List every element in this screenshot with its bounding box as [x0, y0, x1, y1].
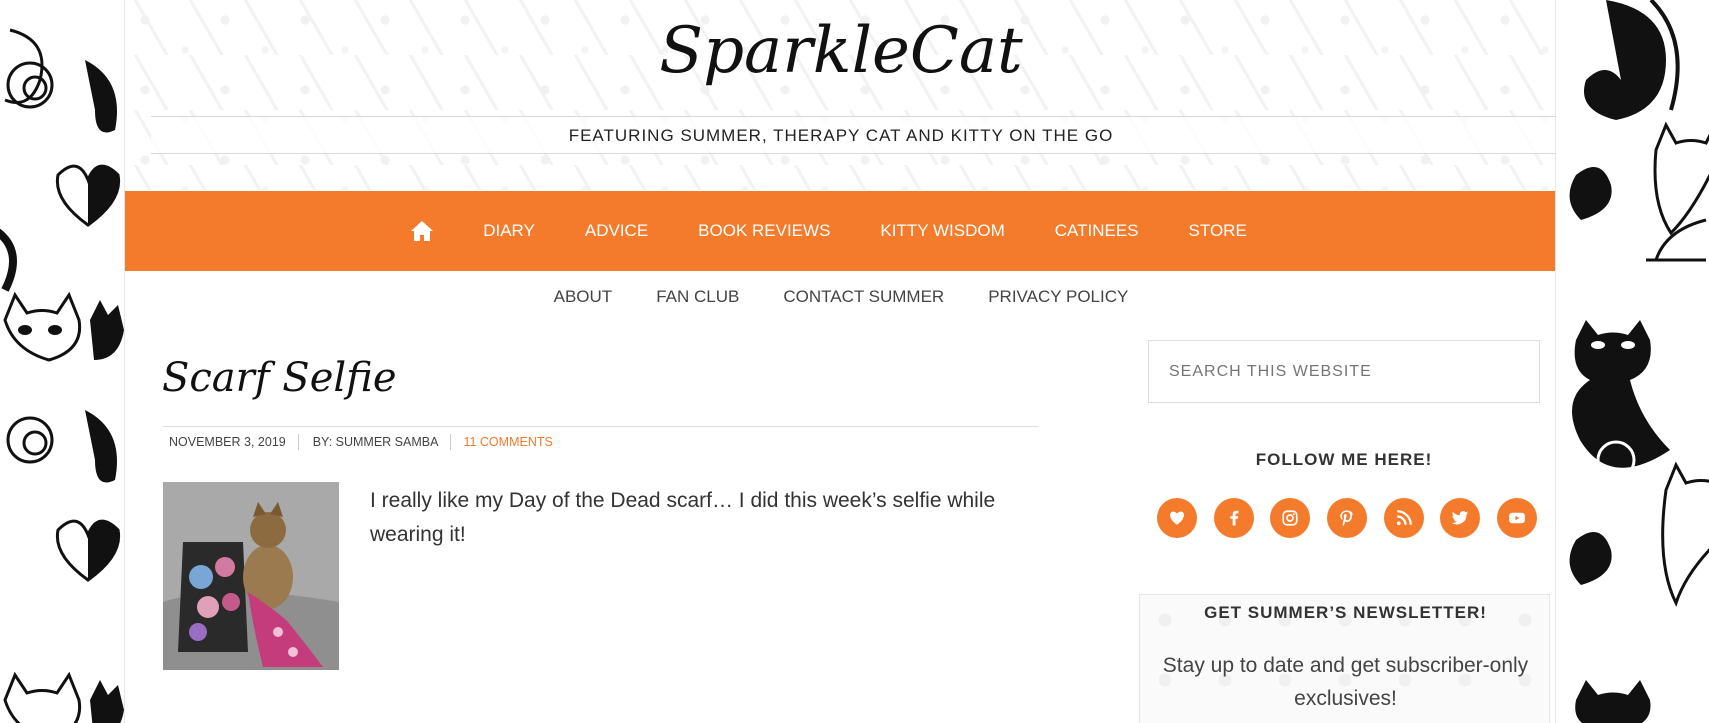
secondary-navigation: ABOUT FAN CLUB CONTACT SUMMER PRIVACY PO…	[125, 282, 1555, 312]
post-featured-image[interactable]	[163, 482, 339, 670]
nav-item-fan-club[interactable]: FAN CLUB	[634, 287, 761, 307]
site-tagline: FEATURING SUMMER, THERAPY CAT AND KITTY …	[568, 126, 1114, 145]
site-header: SparkleCat FEATURING SUMMER, THERAPY CAT…	[125, 0, 1555, 190]
nav-item-privacy-policy[interactable]: PRIVACY POLICY	[966, 287, 1150, 307]
heart-icon[interactable]	[1157, 498, 1197, 538]
social-icons-row	[1157, 498, 1537, 540]
tagline-bar: FEATURING SUMMER, THERAPY CAT AND KITTY …	[151, 116, 1555, 154]
newsletter-text: Stay up to date and get subscriber-only …	[1162, 654, 1529, 710]
newsletter-widget: GET SUMMER’S NEWSLETTER! Stay up to date…	[1139, 594, 1550, 723]
newsletter-title: GET SUMMER’S NEWSLETTER!	[1204, 603, 1487, 622]
post-comments-link[interactable]: 11 COMMENTS	[451, 434, 564, 450]
facebook-icon[interactable]	[1213, 498, 1254, 538]
rss-icon[interactable]	[1383, 498, 1424, 538]
nav-item-diary[interactable]: DIARY	[458, 221, 560, 241]
background-pattern-right	[1556, 0, 1709, 723]
post-title[interactable]: Scarf Selfie	[162, 355, 397, 401]
twitter-icon[interactable]	[1440, 498, 1481, 538]
post-author: BY: SUMMER SAMBA	[299, 434, 452, 450]
nav-item-about[interactable]: ABOUT	[532, 287, 635, 307]
primary-navigation: DIARY ADVICE BOOK REVIEWS KITTY WISDOM C…	[125, 191, 1555, 271]
search-input[interactable]	[1148, 340, 1540, 403]
nav-item-kitty-wisdom[interactable]: KITTY WISDOM	[855, 221, 1029, 241]
nav-item-advice[interactable]: ADVICE	[560, 221, 673, 241]
background-pattern-left	[0, 0, 124, 723]
post-meta: NOVEMBER 3, 2019 BY: SUMMER SAMBA 11 COM…	[163, 426, 1038, 457]
nav-item-book-reviews[interactable]: BOOK REVIEWS	[673, 221, 855, 241]
home-icon[interactable]	[410, 219, 434, 243]
post-excerpt: I really like my Day of the Dead scarf… …	[370, 489, 996, 546]
pinterest-icon[interactable]	[1326, 498, 1367, 538]
instagram-icon[interactable]	[1270, 498, 1311, 538]
nav-item-catinees[interactable]: CATINEES	[1030, 221, 1164, 241]
nav-item-contact-summer[interactable]: CONTACT SUMMER	[761, 287, 966, 307]
post-date: NOVEMBER 3, 2019	[163, 434, 299, 450]
youtube-icon[interactable]	[1496, 498, 1537, 538]
main-column: SparkleCat FEATURING SUMMER, THERAPY CAT…	[124, 0, 1556, 723]
site-title[interactable]: SparkleCat	[125, 14, 1555, 88]
follow-title: FOLLOW ME HERE!	[1255, 450, 1433, 469]
nav-item-store[interactable]: STORE	[1164, 221, 1272, 241]
